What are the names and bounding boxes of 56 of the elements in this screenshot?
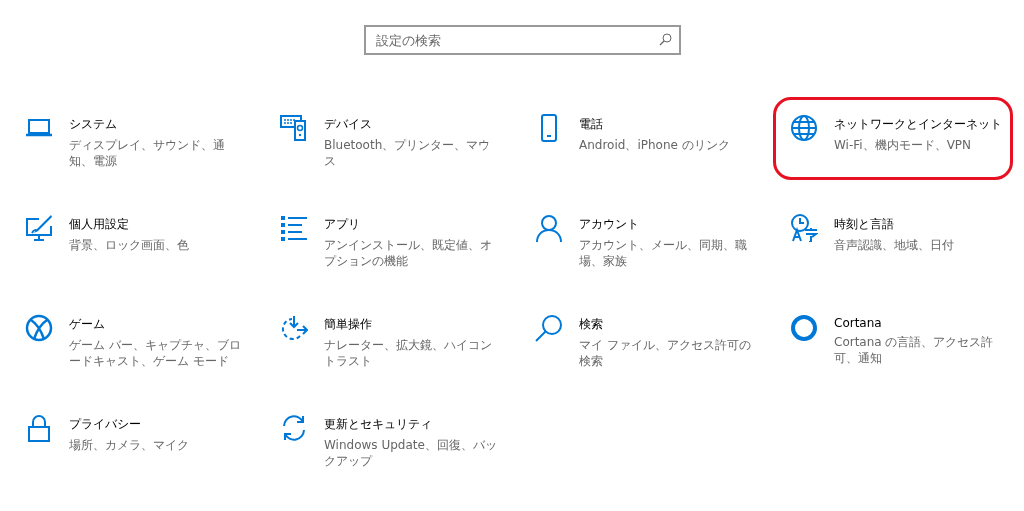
category-title: デバイス <box>324 116 373 133</box>
settings-tile[interactable]: プライバシー 場所、カメラ、マイク <box>8 397 248 480</box>
sync-arrows-icon <box>280 414 308 442</box>
category-title: ネットワークとインターネット <box>834 116 1003 133</box>
padlock-icon <box>25 414 53 442</box>
search-icon <box>658 33 672 46</box>
settings-tile[interactable]: システム ディスプレイ、サウンド、通知、電源 <box>8 97 248 180</box>
category-title: 更新とセキュリティ <box>324 416 433 433</box>
settings-tile[interactable]: ゲーム ゲーム バー、キャプチャ、ブロードキャスト、ゲーム モード <box>8 297 248 380</box>
category-description: アカウント、メール、同期、職場、家族 <box>579 237 748 270</box>
category-description: Android、iPhone のリンク <box>579 137 731 154</box>
category-title: 検索 <box>579 316 604 333</box>
category-description: Wi-Fi、機内モード、VPN <box>834 137 973 154</box>
category-title: ゲーム <box>69 316 106 333</box>
category-description: 場所、カメラ、マイク <box>69 437 190 454</box>
list-icon <box>280 214 308 242</box>
category-description: Windows Update、回復、バックアップ <box>324 437 498 470</box>
category-title: システム <box>69 116 118 133</box>
category-description: アンインストール、既定値、オプションの機能 <box>324 237 493 270</box>
clock-letter-icon <box>790 214 818 242</box>
category-title: プライバシー <box>69 416 142 433</box>
settings-tile[interactable]: アプリ アンインストール、既定値、オプションの機能 <box>263 197 503 280</box>
category-description: マイ ファイル、アクセス許可の検索 <box>579 337 752 370</box>
settings-tile[interactable]: Cortana Cortana の言語、アクセス許可、通知 <box>773 297 1013 380</box>
settings-tile[interactable]: 簡単操作 ナレーター、拡大鏡、ハイコントラスト <box>263 297 503 380</box>
category-description: ディスプレイ、サウンド、通知、電源 <box>69 137 226 170</box>
ring-icon <box>790 314 818 342</box>
category-title: 電話 <box>579 116 604 133</box>
settings-tile[interactable]: アカウント アカウント、メール、同期、職場、家族 <box>518 197 758 280</box>
settings-tile[interactable]: 更新とセキュリティ Windows Update、回復、バックアップ <box>263 397 503 480</box>
settings-tile[interactable]: ネットワークとインターネット Wi-Fi、機内モード、VPN <box>773 97 1013 180</box>
category-description: ナレーター、拡大鏡、ハイコントラスト <box>324 337 493 370</box>
settings-tile[interactable]: デバイス Bluetooth、プリンター、マウス <box>263 97 503 180</box>
settings-tile[interactable]: 電話 Android、iPhone のリンク <box>518 97 758 180</box>
category-title: 個人用設定 <box>69 216 130 233</box>
keyboard-speaker-icon <box>280 114 308 142</box>
settings-tile[interactable]: 時刻と言語 音声認識、地域、日付 <box>773 197 1013 280</box>
settings-tile[interactable]: 検索 マイ ファイル、アクセス許可の検索 <box>518 297 758 380</box>
category-description: ゲーム バー、キャプチャ、ブロードキャスト、ゲーム モード <box>69 337 242 370</box>
search-field[interactable]: 設定の検索 <box>363 25 681 55</box>
settings-tile[interactable]: 個人用設定 背景、ロック画面、色 <box>8 197 248 280</box>
category-title: アカウント <box>579 216 640 233</box>
search-icon <box>535 314 563 342</box>
category-description: Cortana の言語、アクセス許可、通知 <box>834 334 995 367</box>
category-description: 音声認識、地域、日付 <box>834 237 955 254</box>
person-icon <box>535 214 563 242</box>
category-title: 時刻と言語 <box>834 216 895 233</box>
monitor-brush-icon <box>25 214 53 242</box>
category-description: 背景、ロック画面、色 <box>69 237 190 254</box>
category-title: 簡単操作 <box>324 316 373 333</box>
circle-x-icon <box>25 314 53 342</box>
category-description: Bluetooth、プリンター、マウス <box>324 137 492 170</box>
dashed-circle-arrow-icon <box>280 314 308 342</box>
category-title: Cortana <box>834 316 883 330</box>
globe-icon <box>790 114 818 142</box>
category-title: アプリ <box>324 216 361 233</box>
